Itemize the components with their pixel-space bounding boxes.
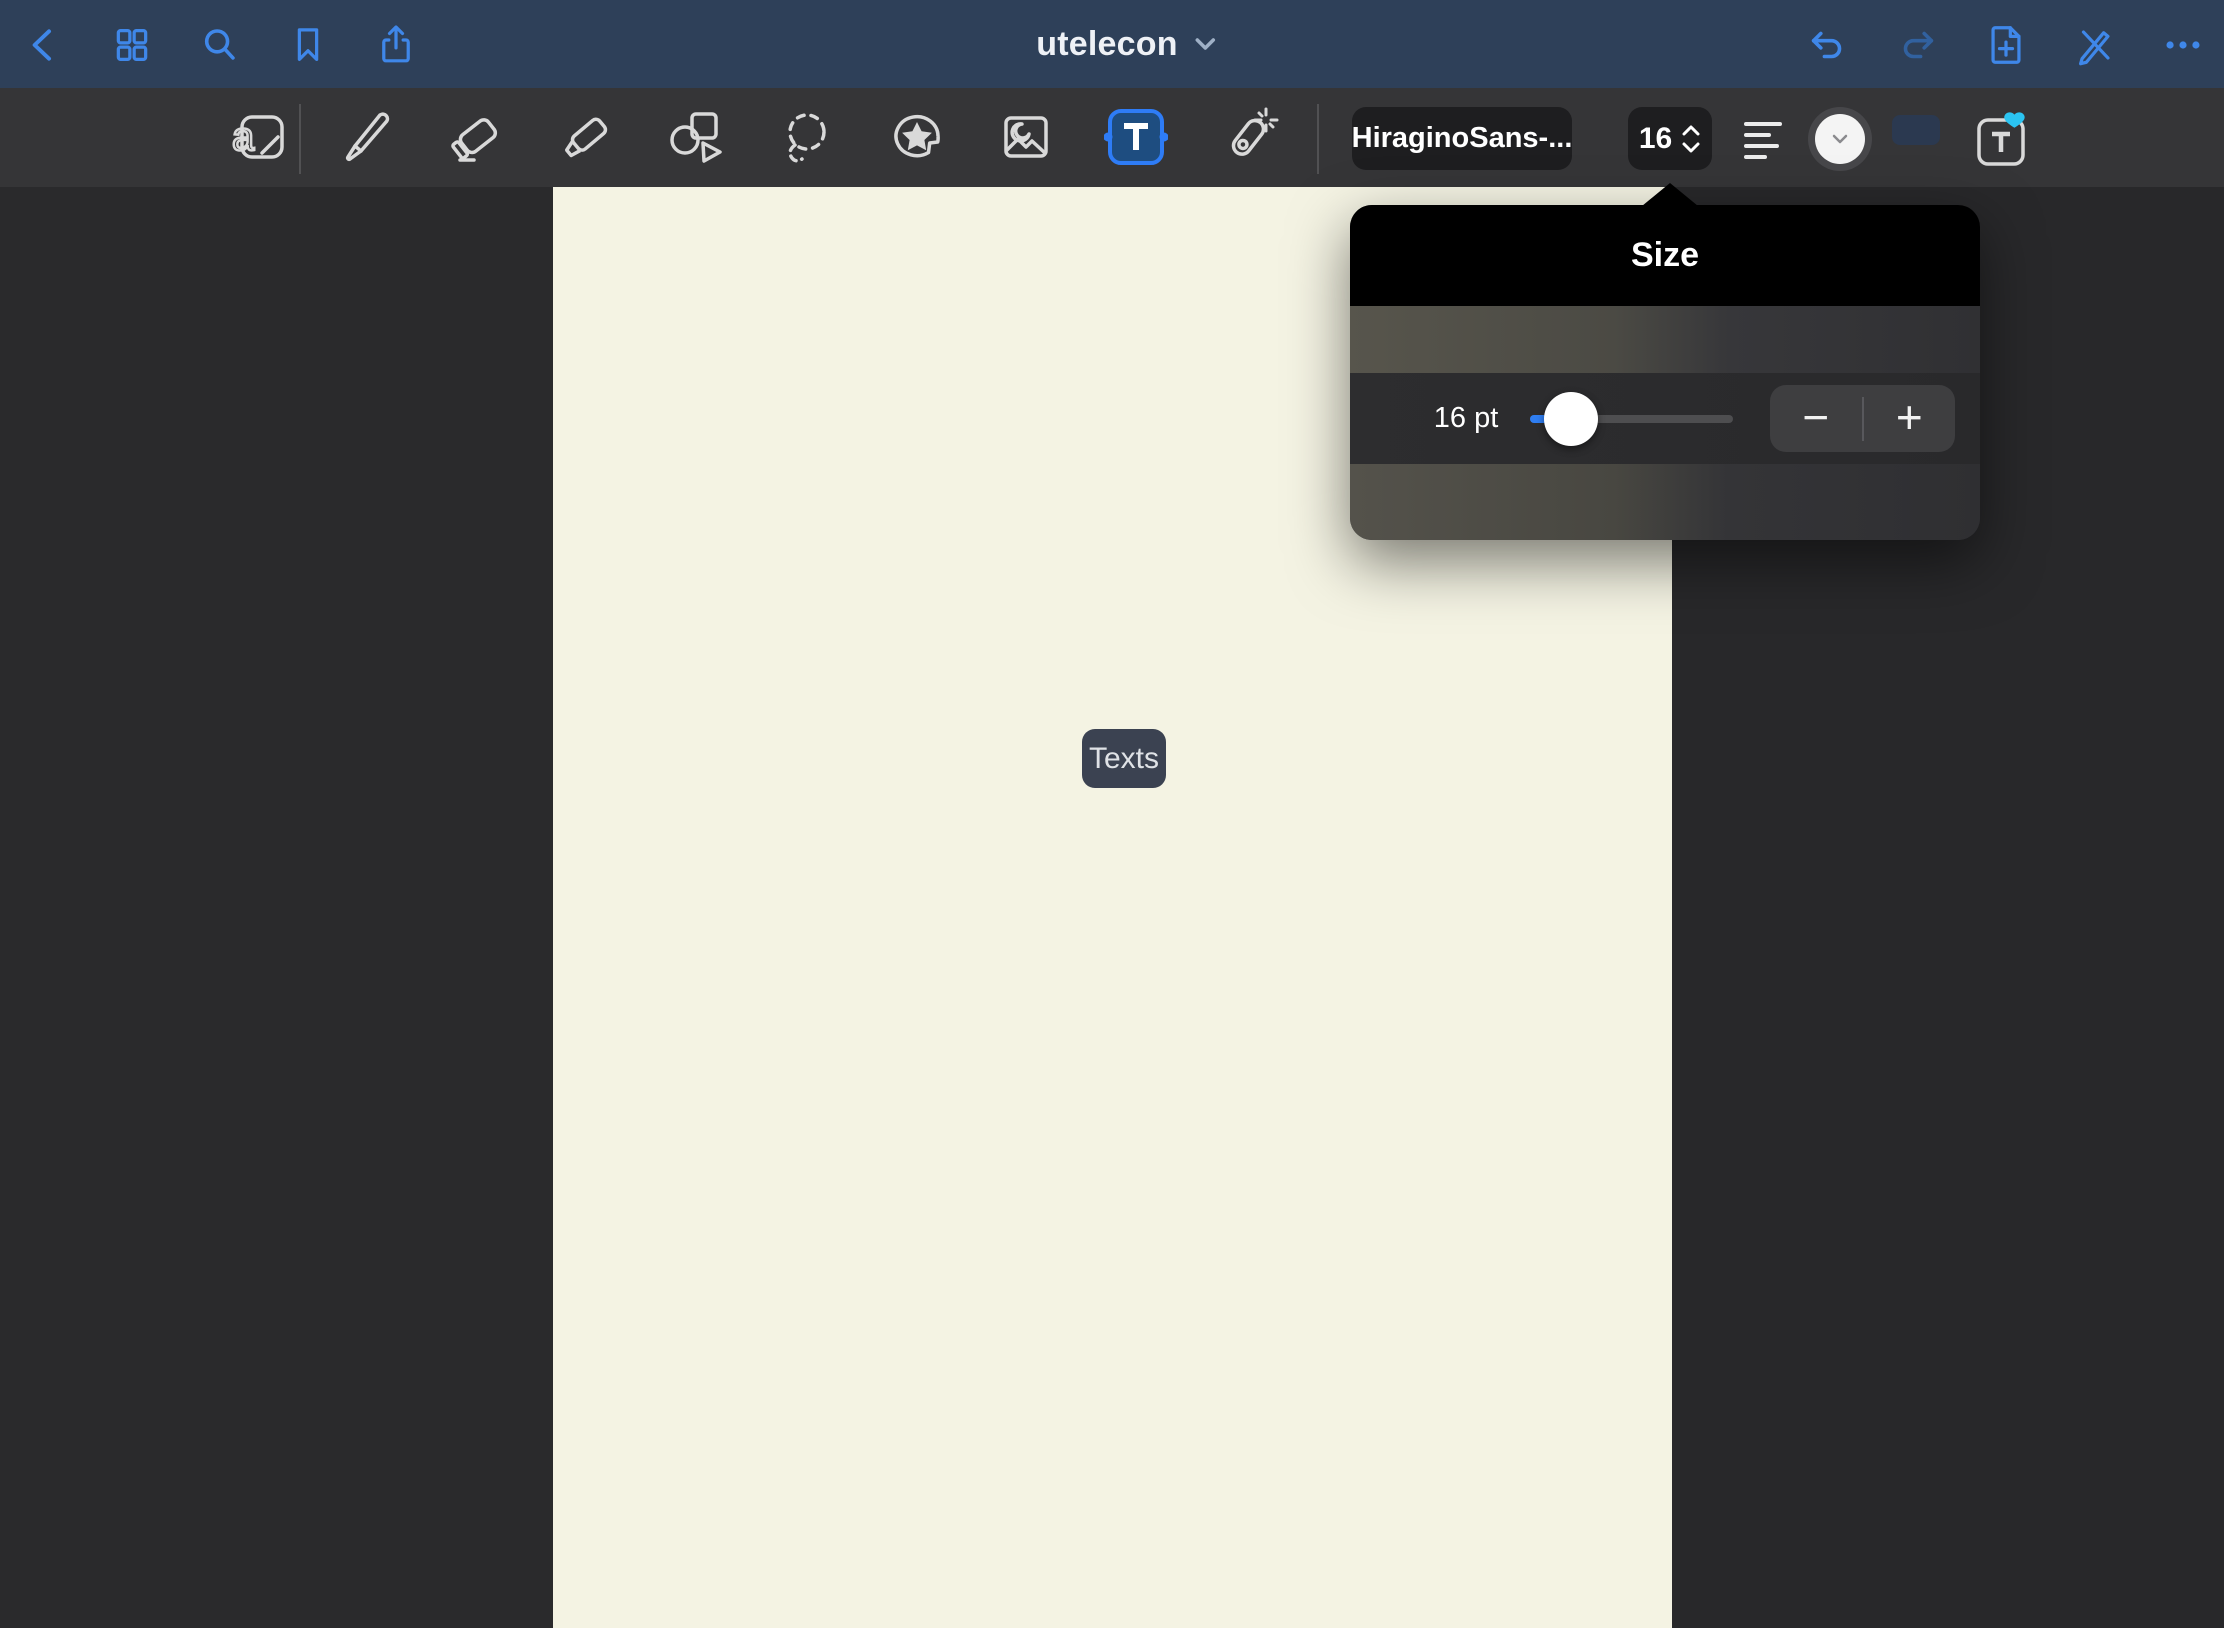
bookmark-icon (285, 22, 331, 68)
size-decrease-button[interactable]: − (1770, 385, 1862, 452)
add-page-button[interactable] (1982, 21, 2030, 69)
text-tool-button[interactable] (1104, 105, 1168, 169)
navigation-bar: utelecon (0, 0, 2224, 88)
ellipsis-icon (2160, 22, 2206, 68)
svg-text:a: a (232, 115, 255, 159)
laser-pointer-icon (1215, 105, 1279, 169)
document-title-button[interactable]: utelecon (1036, 0, 1217, 88)
lasso-tool-button[interactable] (774, 105, 838, 169)
highlighter-tool-button[interactable] (555, 105, 619, 169)
zoom-window-icon: a (226, 105, 290, 169)
size-popover-header: Size (1350, 205, 1980, 306)
text-color-swatch (1815, 114, 1865, 164)
size-slider-thumb[interactable] (1544, 392, 1598, 446)
align-left-icon (1739, 115, 1787, 163)
end-editing-button[interactable] (2071, 21, 2119, 69)
undo-icon (1805, 22, 1851, 68)
undo-button[interactable] (1804, 21, 1852, 69)
pen-tool-button[interactable] (334, 105, 398, 169)
document-title: utelecon (1036, 25, 1177, 64)
size-increase-button[interactable]: + (1864, 385, 1956, 452)
text-color-button[interactable] (1808, 107, 1872, 171)
highlighter-icon (555, 105, 619, 169)
image-tool-button[interactable] (994, 105, 1058, 169)
eraser-icon (444, 105, 508, 169)
size-popover-title: Size (1631, 236, 1699, 275)
font-size-label: 16 (1639, 122, 1672, 156)
elements-tool-button[interactable] (885, 105, 949, 169)
text-object-label: Texts (1089, 742, 1159, 776)
share-icon (373, 22, 419, 68)
size-popover: Size 16 pt − + (1350, 205, 1980, 540)
text-style-favorite-icon (1972, 110, 2032, 170)
popover-band (1350, 464, 1980, 540)
font-size-button[interactable]: 16 (1628, 107, 1712, 170)
popover-band (1350, 306, 1980, 373)
search-icon (197, 22, 243, 68)
redo-button[interactable] (1893, 21, 1941, 69)
share-button[interactable] (372, 21, 420, 69)
font-family-label: HiraginoSans-... (1352, 122, 1573, 155)
toolbar-divider (1317, 104, 1319, 174)
shapes-tool-button[interactable] (663, 105, 727, 169)
redo-icon (1894, 22, 1940, 68)
secondary-color-swatch[interactable] (1892, 115, 1940, 145)
eraser-tool-button[interactable] (444, 105, 508, 169)
zoom-window-tool-button[interactable]: a (226, 105, 290, 169)
text-tool-selected-icon (1104, 105, 1168, 169)
lasso-icon (774, 105, 838, 169)
elements-star-icon (885, 105, 949, 169)
pen-icon (334, 105, 398, 169)
chevron-down-icon (1194, 36, 1218, 52)
favorite-text-style-button[interactable] (1972, 110, 2032, 170)
chevron-down-icon (1831, 133, 1849, 145)
text-object[interactable]: Texts (1082, 729, 1166, 788)
grid-icon (109, 22, 155, 68)
pencil-slash-icon (2072, 22, 2118, 68)
shapes-icon (663, 105, 727, 169)
size-slider[interactable] (1530, 415, 1733, 423)
page-overview-button[interactable] (108, 21, 156, 69)
bookmark-button[interactable] (284, 21, 332, 69)
image-icon (994, 105, 1058, 169)
text-alignment-button[interactable] (1739, 115, 1787, 163)
back-chevron-icon (21, 22, 67, 68)
laser-pointer-tool-button[interactable] (1215, 105, 1279, 169)
app-screen: utelecon (0, 0, 2224, 1628)
back-button[interactable] (20, 21, 68, 69)
toolbar-divider (299, 104, 301, 174)
more-button[interactable] (2159, 21, 2207, 69)
add-page-icon (1983, 22, 2029, 68)
tool-bar: a (0, 88, 2224, 187)
search-button[interactable] (196, 21, 244, 69)
up-down-chevrons-icon (1681, 124, 1701, 154)
size-value-label: 16 pt (1420, 373, 1512, 464)
font-family-button[interactable]: HiraginoSans-... (1352, 107, 1572, 170)
size-slider-row: 16 pt − + (1350, 373, 1980, 464)
size-stepper: − + (1770, 385, 1955, 452)
